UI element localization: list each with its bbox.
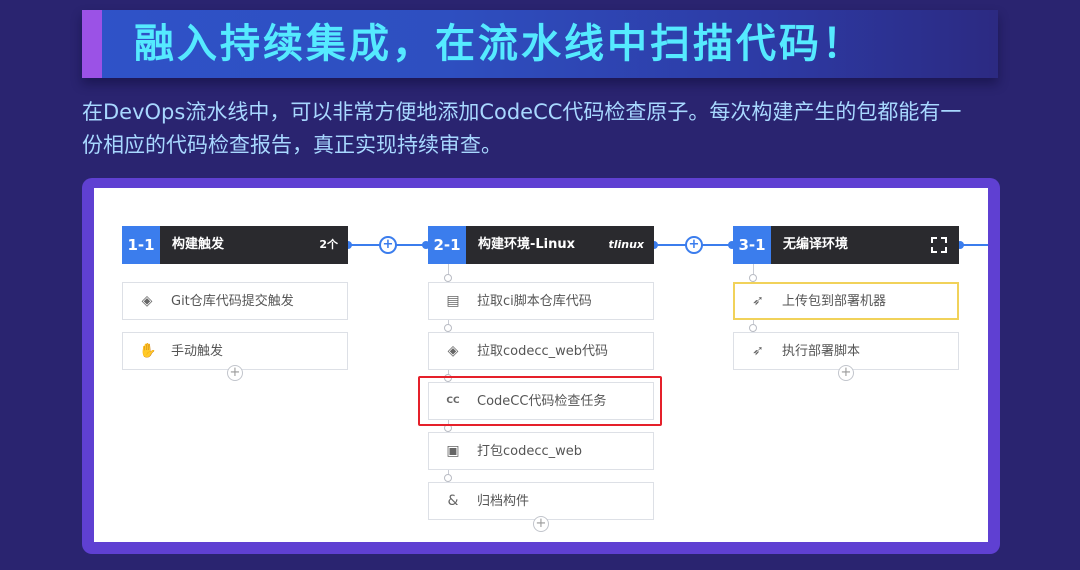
job-label: 手动触发 — [171, 344, 224, 359]
job-label: 拉取codecc_web代码 — [477, 344, 609, 359]
pipeline-canvas: + + 1-1 构建触发 2个 ◈ Git仓库代码提交触发 ✋ 手动触发 + 2… — [94, 188, 988, 542]
job-connector-dot — [749, 274, 757, 282]
job-connector-dot — [444, 474, 452, 482]
stage-header-2[interactable]: 2-1 构建环境-Linux tlinux — [428, 226, 654, 264]
stage-number: 1-1 — [122, 226, 160, 264]
job-connector-dot — [749, 324, 757, 332]
job-label: 上传包到部署机器 — [782, 294, 887, 309]
job-label: 拉取ci脚本仓库代码 — [477, 294, 592, 309]
job-connector-dot — [444, 274, 452, 282]
stage-title: 构建环境-Linux — [478, 237, 576, 252]
job-label: 打包codecc_web — [477, 444, 583, 459]
git-icon: ◈ — [141, 293, 153, 309]
rocket-icon: ➶ — [752, 343, 764, 359]
add-stage-button[interactable]: + — [379, 236, 397, 254]
stage-number: 3-1 — [733, 226, 771, 264]
job-package-codecc-web[interactable]: ▣ 打包codecc_web — [428, 432, 654, 470]
description-line-1: 在DevOps流水线中，可以非常方便地添加CodeCC代码检查原子。每次构建产生… — [82, 100, 962, 124]
add-job-button[interactable]: + — [838, 365, 854, 381]
stage-title: 构建触发 — [172, 237, 225, 252]
job-git-trigger[interactable]: ◈ Git仓库代码提交触发 — [122, 282, 348, 320]
select-box-icon[interactable] — [931, 237, 947, 253]
page-title: 融入持续集成，在流水线中扫描代码！ — [134, 21, 865, 67]
title-banner: 融入持续集成，在流水线中扫描代码！ — [82, 10, 998, 78]
job-connector-dot — [444, 324, 452, 332]
description-line-2: 份相应的代码检查报告，真正实现持续审查。 — [82, 133, 502, 157]
trigger-count-badge: 2个 — [319, 238, 338, 251]
stage-header-1[interactable]: 1-1 构建触发 2个 — [122, 226, 348, 264]
job-pull-codecc-web[interactable]: ◈ 拉取codecc_web代码 — [428, 332, 654, 370]
add-job-button[interactable]: + — [227, 365, 243, 381]
stage-header-3[interactable]: 3-1 无编译环境 — [733, 226, 959, 264]
os-badge: tlinux — [608, 238, 644, 251]
job-upload-package[interactable]: ➶ 上传包到部署机器 — [733, 282, 959, 320]
rocket-icon: ➶ — [752, 293, 764, 309]
banner-accent-bar — [82, 10, 102, 78]
stage-title: 无编译环境 — [783, 237, 849, 252]
codecc-highlight-box — [418, 376, 662, 426]
hand-icon: ✋ — [139, 343, 157, 359]
description: 在DevOps流水线中，可以非常方便地添加CodeCC代码检查原子。每次构建产生… — [82, 96, 1002, 162]
job-label: Git仓库代码提交触发 — [171, 294, 294, 309]
add-job-button[interactable]: + — [533, 516, 549, 532]
stage-number: 2-1 — [428, 226, 466, 264]
add-stage-button[interactable]: + — [685, 236, 703, 254]
script-icon: ▣ — [446, 443, 460, 459]
terminal-icon: ▤ — [446, 293, 460, 309]
job-archive-artifacts[interactable]: & 归档构件 — [428, 482, 654, 520]
job-label: 归档构件 — [477, 494, 530, 509]
stage-connector — [960, 244, 988, 246]
git-icon: ◈ — [447, 343, 459, 359]
archive-icon: & — [447, 493, 459, 509]
job-pull-ci-scripts[interactable]: ▤ 拉取ci脚本仓库代码 — [428, 282, 654, 320]
